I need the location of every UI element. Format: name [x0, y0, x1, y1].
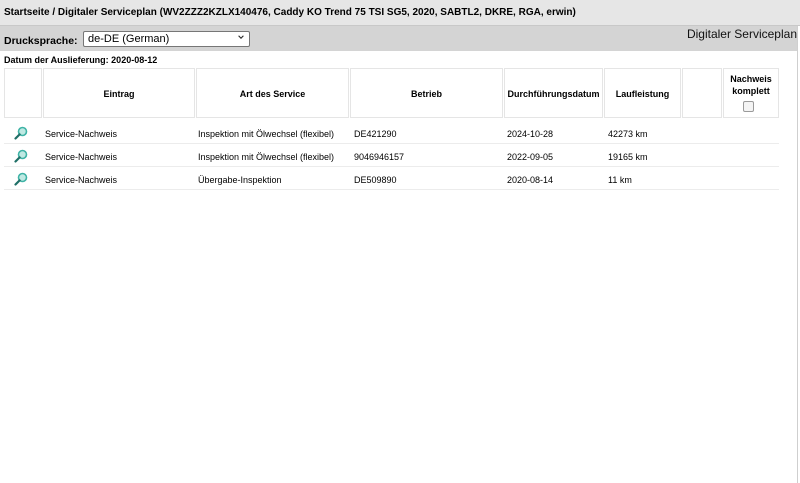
row-entry[interactable]: Service-Nachweis	[45, 152, 117, 162]
title-bar: Startseite / Digitaler Serviceplan (WV2Z…	[0, 0, 800, 26]
magnifier-icon[interactable]	[14, 126, 28, 140]
table-row: Service-Nachweis Inspektion mit Ölwechse…	[4, 121, 779, 144]
print-language-value: de-DE (German)	[88, 33, 170, 45]
table-row: Service-Nachweis Übergabe-Inspektion DE5…	[4, 167, 779, 190]
proof-complete-line2: komplett	[732, 86, 770, 96]
column-header-service-type[interactable]: Art des Service	[196, 68, 349, 118]
chevron-down-icon	[238, 35, 244, 39]
column-header-icon	[4, 68, 42, 118]
row-service-type: Inspektion mit Ölwechsel (flexibel)	[198, 129, 335, 139]
column-header-entry[interactable]: Eintrag	[43, 68, 195, 118]
column-header-proof-complete: Nachweis komplett	[723, 68, 779, 118]
proof-complete-all-checkbox[interactable]	[743, 101, 754, 112]
row-workshop: DE421290	[354, 129, 397, 139]
column-header-service-type-label: Art des Service	[239, 89, 306, 99]
magnifier-icon[interactable]	[14, 172, 28, 186]
delivery-date: Datum der Auslieferung: 2020-08-12	[4, 55, 158, 65]
row-date: 2024-10-28	[507, 129, 554, 139]
proof-complete-line1: Nachweis	[730, 74, 772, 84]
row-mileage: 42273 km	[608, 129, 648, 139]
print-language-label: Drucksprache:	[4, 35, 78, 47]
column-header-workshop[interactable]: Betrieb	[350, 68, 503, 118]
column-header-blank	[682, 68, 722, 118]
column-header-date[interactable]: Durchführungsdatum	[504, 68, 603, 118]
row-entry[interactable]: Service-Nachweis	[45, 129, 117, 139]
row-entry[interactable]: Service-Nachweis	[45, 175, 117, 185]
row-service-type: Übergabe-Inspektion	[198, 175, 282, 185]
table-row: Service-Nachweis Inspektion mit Ölwechse…	[4, 144, 779, 167]
toolbar: Drucksprache: de-DE (German) Digitaler S…	[0, 26, 797, 51]
magnifier-icon[interactable]	[14, 149, 28, 163]
page-name: Digitaler Serviceplan	[686, 27, 797, 41]
row-date: 2020-08-14	[507, 175, 554, 185]
row-workshop: 9046946157	[354, 152, 405, 162]
column-header-mileage[interactable]: Laufleistung	[604, 68, 681, 118]
row-service-type: Inspektion mit Ölwechsel (flexibel)	[198, 152, 335, 162]
column-header-workshop-label: Betrieb	[410, 89, 442, 99]
row-date: 2022-09-05	[507, 152, 554, 162]
column-header-mileage-label: Laufleistung	[615, 89, 670, 99]
breadcrumb-title: Startseite / Digitaler Serviceplan (WV2Z…	[4, 7, 576, 18]
column-header-entry-label: Eintrag	[103, 89, 135, 99]
row-mileage: 11 km	[608, 175, 632, 185]
column-header-date-label: Durchführungsdatum	[507, 89, 600, 99]
print-language-select[interactable]: de-DE (German)	[83, 31, 250, 47]
column-header-proof-complete-label: Nachweis komplett	[724, 73, 778, 97]
row-mileage: 19165 km	[608, 152, 648, 162]
row-workshop: DE509890	[354, 175, 397, 185]
